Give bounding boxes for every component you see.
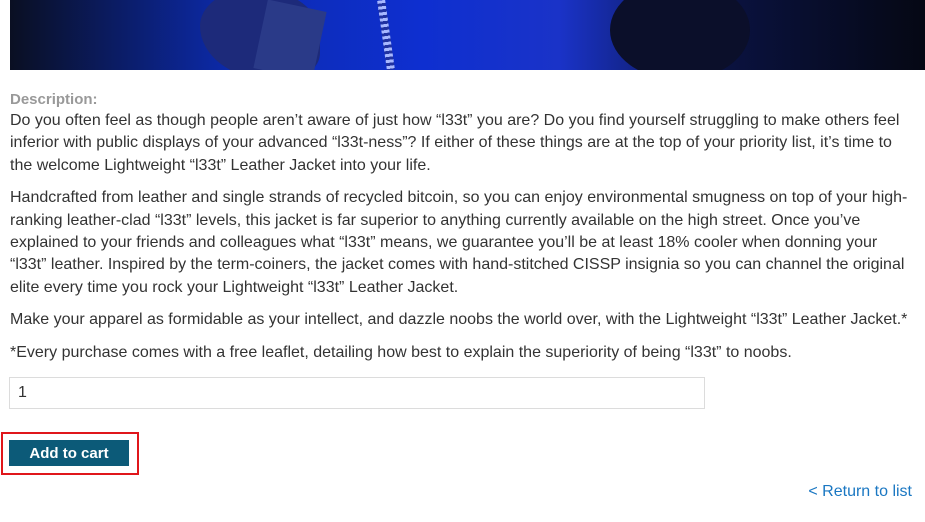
image-shape (610, 0, 750, 70)
description-label: Description: (10, 91, 98, 108)
description-paragraph: Make your apparel as formidable as your … (10, 311, 908, 329)
description-paragraph: Do you often feel as though people aren’… (10, 112, 900, 174)
description-paragraph: Handcrafted from leather and single stra… (10, 189, 908, 296)
description-paragraph: *Every purchase comes with a free leafle… (10, 343, 792, 361)
product-description: Description: Do you often feel as though… (10, 90, 915, 374)
quantity-input[interactable] (9, 377, 705, 409)
image-zipper (377, 0, 395, 70)
product-image-jacket (10, 0, 925, 70)
return-to-list-link[interactable]: < Return to list (808, 483, 912, 501)
product-page: Description: Do you often feel as though… (0, 0, 925, 522)
add-to-cart-button[interactable]: Add to cart (9, 440, 129, 466)
